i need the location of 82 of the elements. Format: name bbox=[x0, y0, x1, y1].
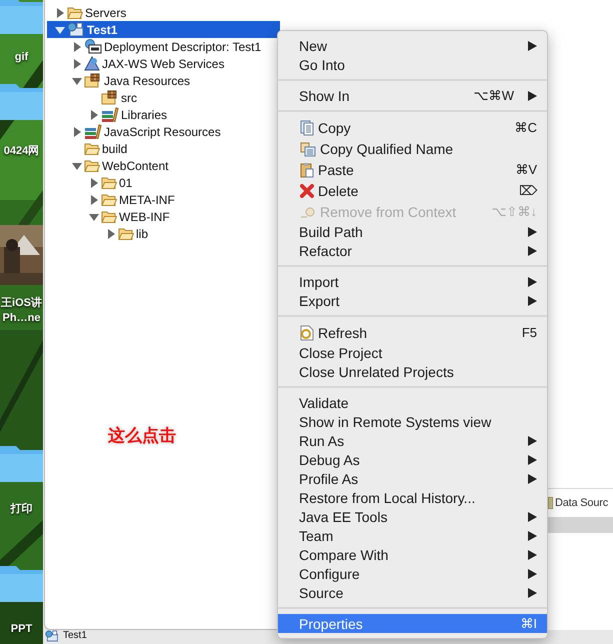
tree-item[interactable]: WEB-INF bbox=[47, 208, 280, 225]
menu-item[interactable]: Configure bbox=[278, 564, 547, 583]
tree-item[interactable]: META-INF bbox=[47, 191, 280, 208]
panel-tab[interactable]: Data Sourc bbox=[555, 497, 608, 509]
menu-item[interactable]: Team bbox=[278, 526, 547, 545]
menu-item[interactable]: Compare With bbox=[278, 545, 547, 564]
descriptor-icon bbox=[84, 39, 102, 54]
refresh-icon bbox=[300, 324, 314, 340]
menu-item[interactable]: Validate bbox=[278, 393, 547, 412]
shortcut-label: ⌥⇧⌘↓ bbox=[492, 204, 537, 219]
tree-item[interactable]: 01 bbox=[47, 174, 280, 191]
disclosure-triangle-icon[interactable] bbox=[89, 212, 99, 222]
menu-item[interactable]: Show in Remote Systems view bbox=[278, 412, 547, 431]
disclosure-triangle-icon[interactable] bbox=[72, 126, 82, 136]
disclosure-triangle-icon[interactable] bbox=[72, 76, 82, 86]
menu-item[interactable]: Source bbox=[278, 583, 547, 602]
menu-item[interactable]: Close Unrelated Projects bbox=[278, 362, 547, 381]
menu-item[interactable]: Restore from Local History... bbox=[278, 488, 547, 507]
shortcut-label: F5 bbox=[522, 325, 537, 340]
menu-item[interactable]: Debug As bbox=[278, 450, 547, 469]
folder-icon bbox=[84, 158, 100, 172]
disclosure-triangle-icon[interactable] bbox=[72, 42, 82, 52]
package-folder-icon bbox=[84, 73, 102, 88]
menu-item[interactable]: Close Project bbox=[278, 343, 547, 362]
folder-icon bbox=[101, 192, 117, 206]
menu-item[interactable]: Build Path bbox=[278, 222, 547, 241]
tree-item[interactable]: Deployment Descriptor: Test1 bbox=[47, 38, 280, 55]
folder-icon bbox=[118, 226, 134, 240]
folder-icon bbox=[84, 142, 100, 156]
folder-icon bbox=[67, 6, 83, 20]
menu-item[interactable]: Profile As bbox=[278, 469, 547, 488]
shortcut-label: ⌥⌘W bbox=[474, 88, 514, 103]
shortcut-label: ⌦ bbox=[519, 183, 537, 198]
folder-icon bbox=[101, 210, 117, 224]
menu-item[interactable]: Paste ⌘V bbox=[278, 159, 547, 180]
shortcut-label: ⌘C bbox=[514, 120, 537, 135]
disclosure-triangle-icon[interactable] bbox=[89, 194, 99, 204]
folder-icon bbox=[101, 176, 117, 190]
menu-item[interactable]: Copy ⌘C bbox=[278, 117, 547, 138]
tree-item[interactable]: Java Resources bbox=[47, 72, 280, 89]
disclosure-triangle-icon[interactable] bbox=[72, 160, 82, 170]
menu-item[interactable]: Import bbox=[278, 272, 547, 291]
tree-item[interactable]: lib bbox=[47, 225, 280, 242]
menu-item[interactable]: Properties ⌘I bbox=[278, 614, 547, 633]
status-label: Test1 bbox=[63, 630, 87, 642]
disclosure-triangle-icon[interactable] bbox=[55, 24, 65, 34]
tree-item[interactable]: JAX-WS Web Services bbox=[47, 55, 280, 72]
menu-item[interactable]: Java EE Tools bbox=[278, 507, 547, 526]
remove-icon bbox=[300, 204, 316, 218]
shortcut-label: ⌘I bbox=[520, 616, 537, 631]
paste-icon bbox=[300, 162, 314, 178]
delete-icon bbox=[300, 184, 314, 198]
menu-item[interactable]: New bbox=[278, 36, 547, 55]
package-folder-icon bbox=[101, 90, 119, 105]
tree-item[interactable]: Test1 bbox=[47, 21, 280, 38]
tree-item[interactable]: WebContent bbox=[47, 157, 280, 174]
tree-item[interactable]: src bbox=[47, 89, 280, 106]
tree-item[interactable]: Libraries bbox=[47, 106, 280, 123]
copy-icon bbox=[300, 140, 316, 156]
disclosure-triangle-icon[interactable] bbox=[72, 58, 82, 68]
menu-item[interactable]: Go Into bbox=[278, 55, 547, 74]
menu-item[interactable]: Run As bbox=[278, 431, 547, 450]
project-icon bbox=[67, 22, 85, 37]
tree-item[interactable]: Servers bbox=[47, 4, 280, 21]
tree-item[interactable]: JavaScript Resources bbox=[47, 123, 280, 140]
menu-item[interactable]: Delete ⌦ bbox=[278, 180, 547, 201]
tree-item[interactable]: build bbox=[47, 140, 280, 157]
menu-item[interactable]: Show In ⌥⌘W bbox=[278, 86, 547, 105]
disclosure-triangle-icon[interactable] bbox=[89, 178, 99, 188]
shortcut-label: ⌘V bbox=[515, 162, 537, 177]
menu-item[interactable]: Export bbox=[278, 291, 547, 310]
library-icon bbox=[101, 107, 119, 122]
disclosure-triangle-icon[interactable] bbox=[89, 110, 99, 120]
menu-item[interactable]: Copy Qualified Name bbox=[278, 138, 547, 159]
annotation-text: 这么点击 bbox=[108, 426, 176, 446]
web-service-icon bbox=[84, 56, 100, 71]
menu-item[interactable]: Refactor bbox=[278, 241, 547, 260]
library-icon bbox=[84, 124, 102, 139]
disclosure-triangle-icon[interactable] bbox=[106, 228, 116, 238]
disclosure-triangle-icon[interactable] bbox=[55, 8, 65, 18]
copy-icon bbox=[300, 120, 314, 136]
menu-item[interactable]: Refresh F5 bbox=[278, 322, 547, 343]
